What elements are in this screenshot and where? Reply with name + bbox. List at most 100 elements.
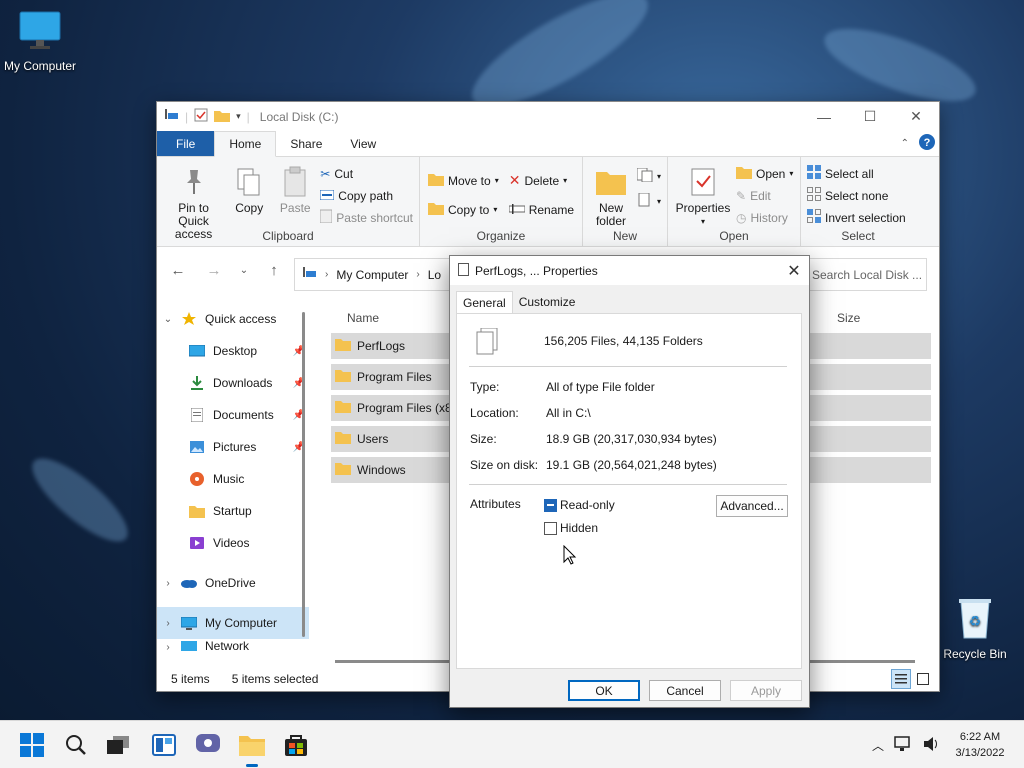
expanded-chevron-icon[interactable]: ⌄: [157, 314, 179, 325]
breadcrumb-separator-icon: ›: [416, 269, 420, 280]
history-icon: ◷: [736, 210, 747, 225]
dialog-close-button[interactable]: ✕: [779, 261, 809, 281]
back-arrow-icon[interactable]: ←: [165, 262, 191, 279]
view-toggle: [891, 669, 933, 689]
dropdown-arrow-icon: ▾: [494, 176, 499, 185]
folder-icon: [335, 400, 351, 416]
show-hidden-icons-chevron-icon[interactable]: ︿: [872, 737, 884, 754]
ok-button[interactable]: OK: [568, 680, 640, 701]
nav-item-videos[interactable]: Videos: [157, 527, 309, 559]
tab-general[interactable]: General: [456, 291, 513, 314]
clock[interactable]: 6:22 AM 3/13/2022: [950, 729, 1010, 761]
start-windows-icon[interactable]: [18, 731, 46, 759]
collapsed-chevron-icon[interactable]: ›: [157, 578, 179, 589]
nav-pane-scrollbar[interactable]: [302, 312, 305, 637]
copy-to-button[interactable]: Copy to ▾: [428, 200, 499, 219]
advanced-button[interactable]: Advanced...: [716, 495, 788, 517]
nav-item-startup[interactable]: Startup: [157, 495, 309, 527]
close-button[interactable]: ✕: [893, 102, 939, 131]
tab-customize[interactable]: Customize: [513, 291, 582, 313]
cancel-button[interactable]: Cancel: [649, 680, 721, 701]
customize-toolbar-dropdown-icon[interactable]: ▾: [236, 111, 241, 122]
easy-access-button[interactable]: ▾: [637, 192, 661, 211]
dropdown-arrow-icon: ▾: [700, 217, 705, 226]
delete-button[interactable]: ✕ Delete ▾: [509, 171, 574, 190]
window-title: Local Disk (C:): [259, 109, 339, 124]
edit-icon: ✎: [736, 188, 747, 203]
network-status-icon[interactable]: [894, 735, 912, 755]
file-explorer-taskbar-icon[interactable]: [238, 731, 266, 767]
forward-arrow-icon[interactable]: →: [201, 262, 227, 279]
desktop-icon-my-computer[interactable]: My Computer: [0, 10, 80, 73]
task-view-icon[interactable]: [104, 731, 132, 759]
invert-selection-button[interactable]: Invert selection: [807, 208, 906, 227]
help-icon[interactable]: ?: [919, 134, 935, 153]
tab-view[interactable]: View: [336, 131, 390, 156]
ribbon-tabs: File Home Share View ⌃ ?: [157, 131, 939, 157]
nav-item-downloads[interactable]: Downloads 📌: [157, 367, 309, 399]
edit-button[interactable]: ✎ Edit: [736, 186, 793, 205]
toolbar-divider: |: [185, 109, 189, 124]
selection-count: 5 items selected: [231, 672, 319, 686]
breadcrumb-local-disk[interactable]: Lo: [428, 268, 441, 282]
tab-file[interactable]: File: [157, 131, 215, 156]
move-to-button[interactable]: Move to ▾: [428, 171, 499, 190]
recent-locations-chevron-icon[interactable]: ⌄: [237, 265, 251, 276]
search-icon[interactable]: [62, 731, 90, 759]
hidden-checkbox[interactable]: Hidden: [544, 521, 598, 535]
rename-button[interactable]: Rename: [508, 200, 574, 219]
desktop-icon-recycle-bin[interactable]: ♻ Recycle Bin: [935, 596, 1015, 661]
maximize-button[interactable]: ☐: [847, 102, 893, 131]
minimize-button[interactable]: —: [801, 102, 847, 131]
properties-check-icon[interactable]: [194, 108, 208, 125]
nav-item-quick-access[interactable]: ⌄ Quick access: [157, 303, 309, 335]
volume-icon[interactable]: [922, 736, 940, 755]
open-button[interactable]: Open ▾: [736, 164, 793, 183]
breadcrumb-my-computer[interactable]: My Computer: [336, 268, 408, 282]
large-icons-view-icon[interactable]: [913, 669, 933, 689]
address-bar[interactable]: › My Computer › Lo: [294, 258, 454, 291]
chat-icon[interactable]: [194, 731, 222, 759]
tab-share[interactable]: Share: [276, 131, 336, 156]
dropdown-arrow-icon: ▾: [656, 197, 661, 206]
new-folder-icon[interactable]: [214, 109, 231, 125]
nav-item-my-computer[interactable]: › My Computer: [157, 607, 309, 639]
recycle-bin-icon: ♻: [935, 596, 1015, 643]
nav-item-onedrive[interactable]: › OneDrive: [157, 567, 309, 599]
new-folder-icon: [595, 165, 626, 199]
property-location: Location: All in C:\: [470, 406, 591, 420]
clock-time: 6:22 AM: [959, 731, 1001, 743]
readonly-checkbox-mixed[interactable]: [544, 498, 557, 512]
details-view-icon[interactable]: [891, 669, 911, 689]
history-button[interactable]: ◷ History: [736, 208, 793, 227]
widgets-icon[interactable]: [150, 731, 178, 759]
files-folders-summary: 156,205 Files, 44,135 Folders: [544, 334, 703, 348]
cut-button[interactable]: ✂ Cut: [320, 164, 413, 183]
paste-shortcut-button[interactable]: Paste shortcut: [319, 208, 413, 227]
hidden-checkbox-box[interactable]: [544, 521, 557, 535]
nav-item-network[interactable]: › Network: [157, 639, 309, 653]
nav-item-documents[interactable]: Documents 📌: [157, 399, 309, 431]
search-input[interactable]: Search Local Disk ...: [803, 258, 927, 291]
collapsed-chevron-icon[interactable]: ›: [157, 618, 179, 629]
copy-path-button[interactable]: Copy path: [319, 186, 413, 205]
group-label: Organize: [476, 229, 526, 243]
explorer-app-icon[interactable]: [165, 109, 179, 124]
folder-icon: [335, 431, 351, 447]
nav-item-music[interactable]: Music: [157, 463, 309, 495]
apply-button[interactable]: Apply: [730, 680, 802, 701]
column-header-size[interactable]: Size: [837, 311, 860, 325]
tab-home[interactable]: Home: [214, 131, 277, 157]
select-none-button[interactable]: Select none: [807, 186, 906, 205]
new-item-button[interactable]: ▾: [636, 167, 661, 186]
store-icon[interactable]: [282, 731, 310, 759]
up-arrow-icon[interactable]: ↑: [261, 262, 287, 279]
nav-item-desktop[interactable]: Desktop 📌: [157, 335, 309, 367]
collapsed-chevron-icon[interactable]: ›: [157, 642, 179, 653]
videos-icon: [187, 537, 207, 549]
readonly-checkbox[interactable]: Read-only: [544, 498, 615, 512]
nav-item-pictures[interactable]: Pictures 📌: [157, 431, 309, 463]
copy-path-icon: [319, 189, 335, 203]
ribbon-expand-chevron-icon[interactable]: ⌃: [901, 138, 909, 149]
select-all-button[interactable]: Select all: [807, 164, 906, 183]
